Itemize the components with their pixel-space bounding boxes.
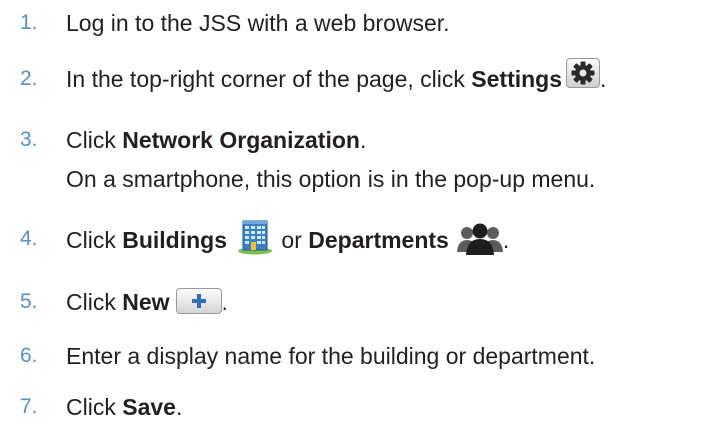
people-icon [456, 222, 503, 256]
step-text: Enter a display name for the building or… [66, 343, 596, 369]
step-text-part: Click [66, 127, 123, 153]
step-number: 4. [20, 227, 38, 250]
step-text-part: Click [66, 289, 123, 315]
step-number: 3. [20, 128, 38, 151]
step-subtext: On a smartphone, this option is in the p… [66, 166, 596, 192]
step-text: Log in to the JSS with a web browser. [66, 10, 450, 36]
network-organization-label: Network Organization [122, 127, 360, 153]
new-label: New [122, 289, 170, 315]
step-text-part: . [502, 227, 510, 254]
instruction-steps: 1. Log in to the JSS with a web browser.… [0, 0, 723, 429]
step-text-part: . [175, 394, 183, 420]
gear-icon [566, 57, 601, 88]
step-number: 7. [20, 395, 38, 418]
step-text: Click New . [66, 287, 228, 317]
building-icon [235, 219, 275, 255]
step-text: In the top-right corner of the page, cli… [66, 57, 607, 96]
save-label: Save [122, 394, 176, 420]
step-text-part: Click [66, 394, 123, 420]
step-text-part: Click [66, 227, 123, 254]
step-number: 1. [20, 11, 38, 34]
step-text-part: . [359, 127, 367, 153]
buildings-label: Buildings [122, 227, 228, 254]
departments-label: Departments [308, 227, 449, 254]
step-text: Click Network Organization. [66, 125, 366, 155]
step-text-part: . [221, 289, 228, 315]
step-number: 6. [20, 344, 38, 367]
settings-label: Settings [471, 66, 563, 92]
step-number: 2. [20, 67, 38, 90]
step-text-part: or [275, 227, 309, 254]
step-number: 5. [20, 290, 38, 313]
step-text: Click Save. [66, 392, 182, 422]
step-text: Click Buildings or Departments . [66, 220, 510, 260]
step-text-part: . [600, 66, 607, 92]
step-text-part: In the top-right corner of the page, cli… [66, 66, 472, 92]
plus-icon [175, 287, 222, 314]
